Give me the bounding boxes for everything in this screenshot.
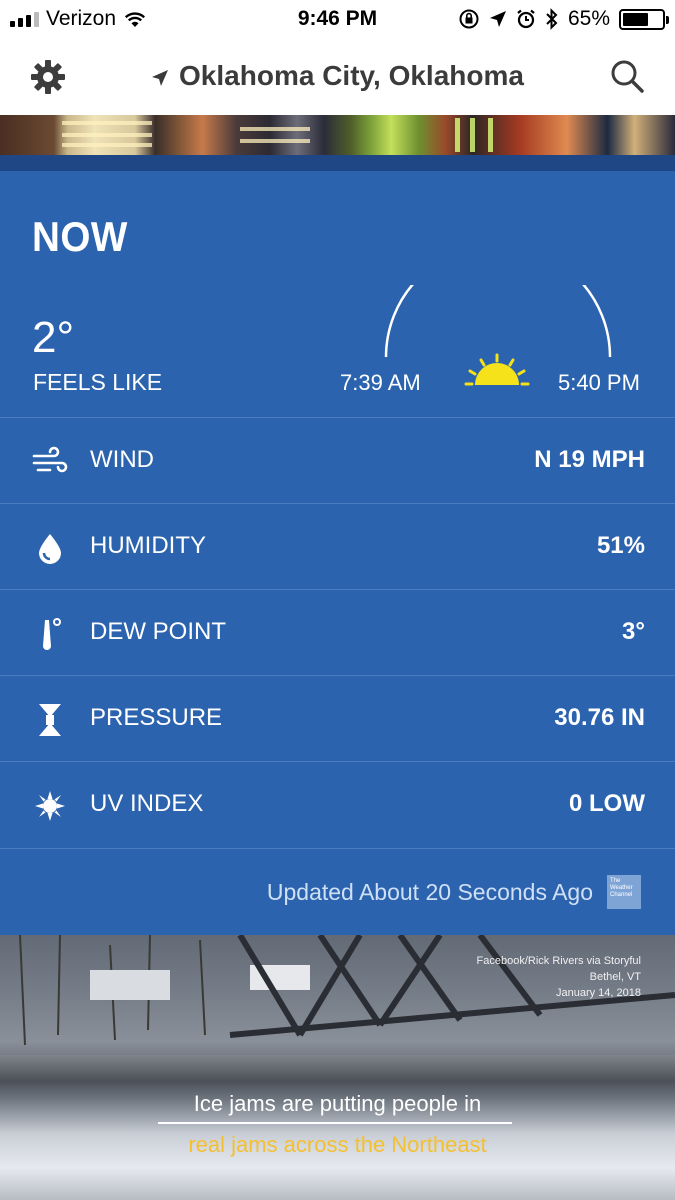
credit-source: Facebook/Rick Rivers via Storyful [476,955,641,967]
uv-sun-icon [35,791,65,821]
location-name: Oklahoma City, Oklahoma [179,60,524,91]
logo-text: Channel [610,892,633,898]
credit-date: January 14, 2018 [555,987,641,999]
detail-row-uv-index: UV INDEX 0 LOW [0,761,675,847]
detail-value: 30.76 IN [554,704,645,731]
logo-text: The [610,878,621,884]
sunset-time: 5:40 PM [558,370,640,395]
location-services-icon [489,11,506,27]
detail-value: 3° [622,618,645,645]
detail-row-pressure: PRESSURE 30.76 IN [0,675,675,761]
app-header: Oklahoma City, Oklahoma [0,40,675,115]
detail-row-humidity: HUMIDITY 51% [0,503,675,589]
battery-icon [619,8,669,30]
alarm-icon [517,9,535,29]
location-selector[interactable]: Oklahoma City, Oklahoma [0,60,675,92]
video-caption-line1: Ice jams are putting people in [193,1091,482,1116]
video-credit: Facebook/Rick Rivers via Storyful Bethel… [477,953,641,1001]
news-video[interactable]: Facebook/Rick Rivers via Storyful Bethel… [0,935,675,1200]
weather-channel-logo: The Weather Channel [607,875,641,909]
detail-label: HUMIDITY [90,532,206,559]
header-divider [0,155,675,171]
section-title: NOW [32,213,128,260]
detail-row-wind: WIND N 19 MPH [0,417,675,503]
detail-value: N 19 MPH [534,446,645,473]
sunrise-time: 7:39 AM [340,370,421,395]
detail-value: 0 LOW [569,790,645,817]
current-conditions-panel: NOW 2° FEELS LIKE 7:39 AM 5:40 PM WIND N… [0,171,675,935]
feels-like-temperature: 2° [32,313,75,362]
status-bar: Verizon 9:46 PM 65% [0,0,675,40]
detail-label: PRESSURE [90,704,223,731]
city-skyline-image [0,115,675,155]
detail-label: DEW POINT [90,618,226,645]
last-updated-text: Updated About 20 Seconds Ago [266,879,593,905]
detail-label: WIND [90,446,154,473]
sun-icon [464,353,530,386]
updated-row: Updated About 20 Seconds Ago The Weather… [0,848,675,935]
pressure-icon [39,704,61,736]
logo-text: Weather [610,885,633,891]
wind-icon [32,446,68,473]
location-arrow-icon [152,69,169,86]
search-icon[interactable] [607,56,647,96]
battery-percent: 65% [567,7,610,30]
feels-like-label: FEELS LIKE [33,369,163,395]
humidity-drop-icon [39,534,61,564]
battery-level-fill [623,12,648,26]
detail-row-dew-point: DEW POINT 3° [0,589,675,675]
thermometer-icon [43,618,61,650]
bluetooth-icon [546,8,558,30]
caption-divider [158,1122,512,1124]
orientation-lock-icon [459,9,479,29]
video-caption-line2: real jams across the Northeast [188,1132,487,1157]
detail-value: 51% [596,532,645,559]
detail-label: UV INDEX [90,790,204,817]
status-right: 65% [458,7,669,31]
credit-location: Bethel, VT [589,971,641,983]
